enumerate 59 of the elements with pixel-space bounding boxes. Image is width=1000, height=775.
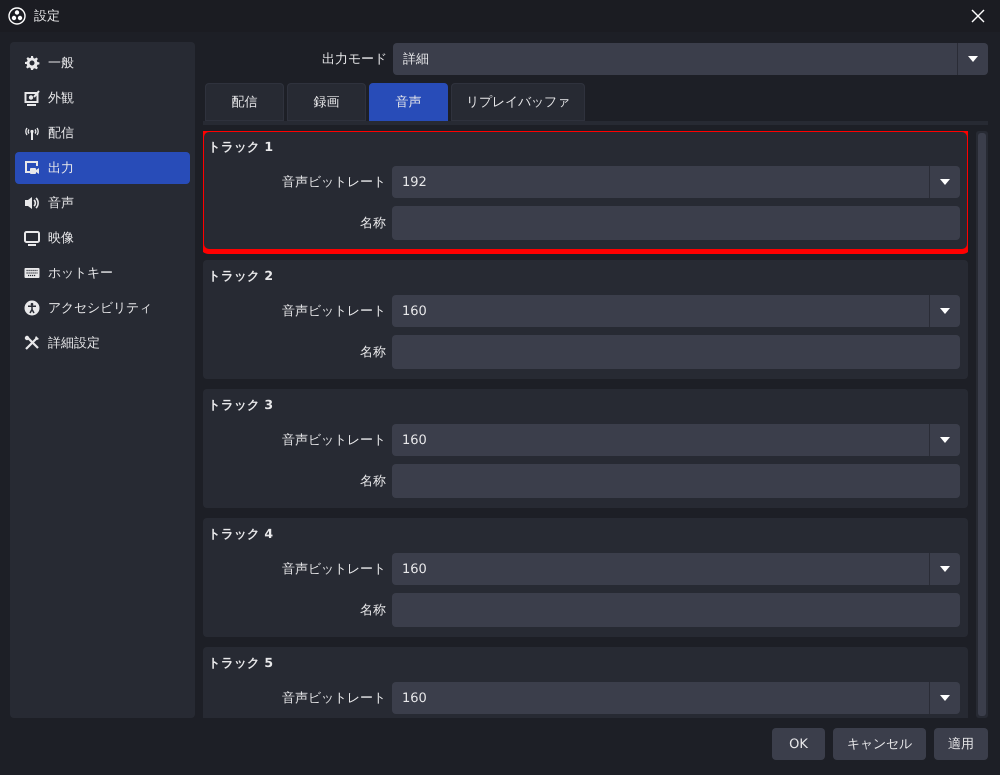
field-label: 出力モード <box>322 51 387 68</box>
group-title: トラック 3 <box>208 397 274 414</box>
sidebar-item[interactable]: 外観 <box>15 82 190 114</box>
dialog-button[interactable]: OK <box>772 728 825 760</box>
group-title: トラック 2 <box>208 268 274 285</box>
bitrate-dropdown[interactable]: 160 <box>392 295 960 327</box>
sidebar-item[interactable]: アクセシビリティ <box>15 292 190 324</box>
tools-icon <box>24 335 40 351</box>
tab[interactable]: 音声 <box>369 83 448 121</box>
speaker-icon <box>24 195 40 211</box>
sidebar-item[interactable]: 映像 <box>15 222 190 254</box>
tab[interactable]: 配信 <box>205 83 284 121</box>
field-label: 名称 <box>359 602 386 619</box>
monitor-icon <box>24 230 40 246</box>
scrollbar[interactable] <box>976 131 988 718</box>
window-title: 設定 <box>34 8 61 25</box>
sidebar-item[interactable]: 出力 <box>15 152 190 184</box>
sidebar-item[interactable]: 一般 <box>15 47 190 79</box>
sidebar-item[interactable]: 詳細設定 <box>15 327 190 359</box>
tab[interactable]: リプレイバッファ <box>451 83 585 121</box>
dropdown-arrow-icon <box>940 695 950 701</box>
group-title: トラック 4 <box>208 526 274 543</box>
group-title: トラック 5 <box>208 655 274 672</box>
sidebar-item[interactable]: 音声 <box>15 187 190 219</box>
bitrate-dropdown[interactable]: 192 <box>392 166 960 198</box>
bitrate-dropdown[interactable]: 160 <box>392 424 960 456</box>
field-label: 名称 <box>359 473 386 490</box>
name-input-field[interactable] <box>392 206 960 240</box>
gear-icon <box>24 55 40 71</box>
bitrate-dropdown[interactable]: 160 <box>392 553 960 585</box>
field-label: 音声ビットレート <box>281 174 386 191</box>
field-label: 音声ビットレート <box>281 303 386 320</box>
monitor-brush-icon <box>24 90 40 106</box>
app-logo-icon <box>8 7 26 25</box>
dialog-button[interactable]: キャンセル <box>833 728 926 760</box>
name-input-field[interactable] <box>392 464 960 498</box>
dropdown-arrow-icon <box>940 308 950 314</box>
field-label: 名称 <box>359 344 386 361</box>
field-label: 音声ビットレート <box>281 561 386 578</box>
dialog-button[interactable]: 適用 <box>934 728 988 760</box>
antenna-icon <box>24 125 40 141</box>
tab[interactable]: 録画 <box>287 83 366 121</box>
sidebar-item[interactable]: 配信 <box>15 117 190 149</box>
group-title: トラック 1 <box>208 139 274 156</box>
output-mode-dropdown[interactable]: 詳細 <box>393 43 988 75</box>
name-input-field[interactable] <box>392 335 960 369</box>
bitrate-dropdown[interactable]: 160 <box>392 682 960 714</box>
dropdown-arrow-icon <box>940 566 950 572</box>
screen-camera-icon <box>24 160 40 176</box>
field-label: 音声ビットレート <box>281 690 386 707</box>
name-input-field[interactable] <box>392 593 960 627</box>
dropdown-arrow-icon <box>968 56 978 62</box>
dropdown-arrow-icon <box>940 179 950 185</box>
keyboard-icon <box>24 265 40 281</box>
dropdown-arrow-icon <box>940 437 950 443</box>
field-label: 名称 <box>359 215 386 232</box>
sidebar-item[interactable]: ホットキー <box>15 257 190 289</box>
field-label: 音声ビットレート <box>281 432 386 449</box>
accessibility-icon <box>24 300 40 316</box>
